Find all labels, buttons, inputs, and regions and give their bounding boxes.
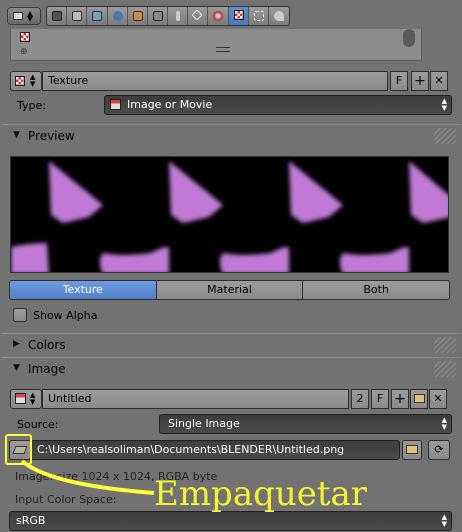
unlink-texture-button[interactable]: ✕ [430, 71, 448, 91]
properties-editor-icon [13, 12, 23, 20]
type-dropdown[interactable]: Image or Movie ▲ ▼ [104, 95, 452, 115]
modifiers-tab[interactable] [168, 7, 189, 25]
world-icon [112, 11, 123, 21]
reload-image-button[interactable]: ⟳ [428, 440, 450, 460]
source-dropdown[interactable]: Single Image ▲ ▼ [159, 414, 452, 434]
object-icon [132, 11, 143, 21]
texture-icon [15, 76, 25, 86]
close-icon: ✕ [434, 74, 444, 87]
material-icon [213, 11, 224, 21]
constraints-tab[interactable] [148, 7, 169, 25]
expand-triangle-icon: ▶ [13, 339, 20, 349]
texture-slot-icon[interactable] [20, 32, 30, 42]
plus-icon: + [414, 73, 426, 89]
image-fake-user-button[interactable]: F [371, 389, 389, 409]
physics-icon [273, 11, 284, 21]
render-icon [52, 11, 62, 21]
context-buttons [46, 6, 290, 26]
preview-both-option[interactable]: Both [303, 281, 449, 299]
particles-tab[interactable] [249, 7, 269, 25]
world-tab[interactable] [108, 7, 128, 25]
editor-type-button[interactable]: ▲ ▼ [7, 7, 41, 25]
image-icon [110, 99, 121, 110]
annotation-text: Empaquetar [154, 474, 368, 514]
chevron-updown-icon: ▲ ▼ [441, 97, 447, 112]
list-scrollbar[interactable] [403, 29, 415, 47]
preview-mode-toggle: Texture Material Both [9, 280, 450, 300]
object-tab[interactable] [128, 7, 148, 25]
folder-icon [406, 445, 418, 454]
texture-preview [10, 156, 449, 273]
new-image-button[interactable]: + [391, 389, 409, 409]
folder-icon [413, 394, 425, 403]
collapse-triangle-icon: ▼ [13, 130, 20, 140]
texture-preview-image [11, 161, 448, 272]
fake-user-button[interactable]: F [390, 71, 408, 91]
colors-panel-header[interactable]: ▶ Colors [2, 333, 460, 356]
texture-name: Texture [48, 74, 89, 87]
collapse-triangle-icon: ▼ [13, 363, 20, 373]
image-name-field[interactable]: Untitled [42, 389, 349, 409]
panel-drag-handle[interactable] [434, 361, 456, 377]
plus-icon: + [394, 391, 406, 407]
texture-icon [233, 10, 244, 20]
reload-icon: ⟳ [434, 443, 444, 456]
chevron-updown-icon: ▲ ▼ [27, 9, 34, 23]
panel-drag-handle[interactable] [434, 337, 456, 353]
particles-icon [253, 11, 264, 21]
scene-tab[interactable] [87, 7, 108, 25]
material-tab[interactable] [208, 7, 229, 25]
physics-tab[interactable] [269, 7, 289, 25]
preview-texture-option[interactable]: Texture [10, 281, 157, 299]
preview-material-option[interactable]: Material [156, 281, 304, 299]
render-layers-icon [72, 11, 83, 21]
texture-slot-list[interactable]: ⊕ [10, 29, 422, 61]
image-users-count[interactable]: 2 [351, 389, 369, 409]
properties-header: ▲ ▼ [0, 0, 462, 30]
type-label: Type: [17, 99, 46, 112]
wrench-icon [176, 11, 181, 21]
list-resize-grip[interactable] [216, 47, 230, 52]
image-icon [15, 393, 26, 404]
chevron-updown-icon: ▲ ▼ [30, 73, 36, 88]
scene-icon [92, 11, 103, 21]
chevron-updown-icon: ▲ ▼ [441, 416, 447, 431]
texture-tab[interactable] [228, 7, 249, 25]
render-layers-tab[interactable] [67, 7, 88, 25]
mesh-data-icon [191, 9, 203, 21]
close-icon: ✕ [433, 392, 443, 405]
texture-name-field[interactable]: Texture [42, 71, 388, 91]
texture-browse-button[interactable]: ▲ ▼ [10, 71, 42, 91]
unlink-image-button[interactable]: ✕ [429, 389, 447, 409]
source-label: Source: [17, 418, 59, 431]
chevron-updown-icon: ▲ ▼ [441, 513, 447, 528]
constraints-icon [152, 11, 163, 21]
image-browse-button[interactable]: ▲ ▼ [10, 389, 42, 409]
image-name: Untitled [48, 392, 92, 405]
annotation-arrow [20, 459, 155, 495]
show-alpha-checkbox[interactable] [13, 308, 27, 322]
show-alpha-label: Show Alpha [33, 309, 98, 322]
chevron-updown-icon: ▲ ▼ [30, 391, 36, 406]
preview-panel-header[interactable]: ▼ Preview [2, 124, 460, 147]
render-tab[interactable] [47, 7, 68, 25]
image-panel-header[interactable]: ▼ Image [2, 357, 460, 380]
browse-file-button[interactable] [402, 440, 422, 460]
panel-drag-handle[interactable] [434, 128, 456, 144]
data-tab[interactable] [188, 7, 209, 25]
new-texture-button[interactable]: + [411, 71, 429, 91]
open-image-button[interactable] [410, 389, 428, 409]
add-slot-icon[interactable]: ⊕ [20, 47, 28, 57]
color-space-dropdown[interactable]: sRGB ▲ ▼ [9, 511, 452, 531]
